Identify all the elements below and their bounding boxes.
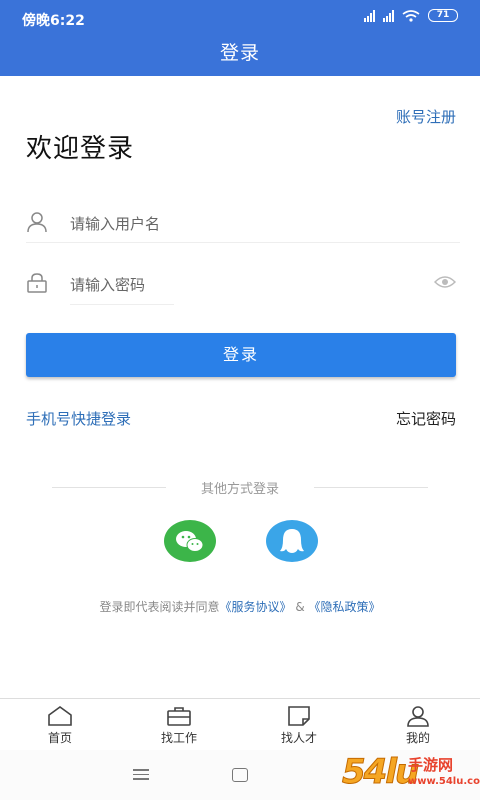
- register-link[interactable]: 账号注册: [396, 106, 456, 127]
- watermark-url: www.54lu.com: [408, 776, 480, 787]
- tab-mine-label: 我的: [405, 731, 430, 745]
- tab-find-talent[interactable]: 找人才: [259, 705, 339, 746]
- briefcase-icon: [167, 707, 191, 726]
- qq-icon: [280, 529, 304, 553]
- battery-indicator: 71: [428, 9, 458, 22]
- tab-find-talent-label: 找人才: [280, 731, 317, 745]
- agreement-joiner: &: [291, 600, 309, 614]
- status-indicators: 71: [364, 9, 458, 22]
- page-title: 登录: [219, 42, 260, 64]
- watermark-number: 54lu: [341, 752, 419, 793]
- tab-find-job-label: 找工作: [160, 731, 197, 745]
- tab-home[interactable]: 首页: [20, 705, 100, 746]
- username-field[interactable]: 请输入用户名: [26, 203, 460, 243]
- service-agreement-link[interactable]: 《服务协议》: [219, 600, 291, 614]
- password-placeholder: 请输入密码: [70, 276, 146, 294]
- qq-login-button[interactable]: [266, 520, 318, 562]
- lock-icon: [27, 273, 47, 293]
- tab-mine[interactable]: 我的: [378, 705, 458, 746]
- watermark-logo: 54lu 手游网 www.54lu.com: [341, 752, 480, 798]
- watermark-text: 手游网: [408, 756, 454, 774]
- bottom-tab-bar: 首页 找工作 找人才 我的: [0, 698, 480, 750]
- welcome-heading: 欢迎登录: [26, 134, 135, 164]
- profile-icon: [407, 706, 429, 727]
- agreement-prefix: 登录即代表阅读并同意: [99, 600, 220, 614]
- home-square-icon[interactable]: [232, 768, 248, 782]
- home-icon: [48, 706, 72, 726]
- wechat-icon: [176, 531, 204, 552]
- login-button[interactable]: 登录: [26, 333, 456, 377]
- tab-find-job[interactable]: 找工作: [139, 705, 219, 746]
- password-underline: [70, 304, 174, 305]
- note-icon: [288, 706, 310, 726]
- password-field[interactable]: 请输入密码: [26, 264, 460, 304]
- other-login-label: 其他方式登录: [200, 482, 279, 497]
- status-time: 傍晚6:22: [22, 13, 85, 29]
- menu-icon[interactable]: [133, 769, 149, 781]
- privacy-policy-link[interactable]: 《隐私政策》: [309, 600, 381, 614]
- signal-icon-2: [383, 9, 394, 22]
- agreement-text: 登录即代表阅读并同意《服务协议》 & 《隐私政策》: [0, 598, 480, 615]
- forgot-password-link[interactable]: 忘记密码: [396, 408, 456, 429]
- tab-home-label: 首页: [47, 731, 72, 745]
- app-header: 傍晚6:22 71 登录: [0, 0, 480, 76]
- phone-login-link[interactable]: 手机号快捷登录: [26, 408, 131, 429]
- signal-icon: [364, 9, 375, 22]
- eye-icon[interactable]: [434, 274, 456, 290]
- wifi-icon: [402, 9, 420, 22]
- wechat-login-button[interactable]: [164, 520, 216, 562]
- username-placeholder: 请输入用户名: [70, 215, 161, 233]
- user-icon: [27, 212, 47, 233]
